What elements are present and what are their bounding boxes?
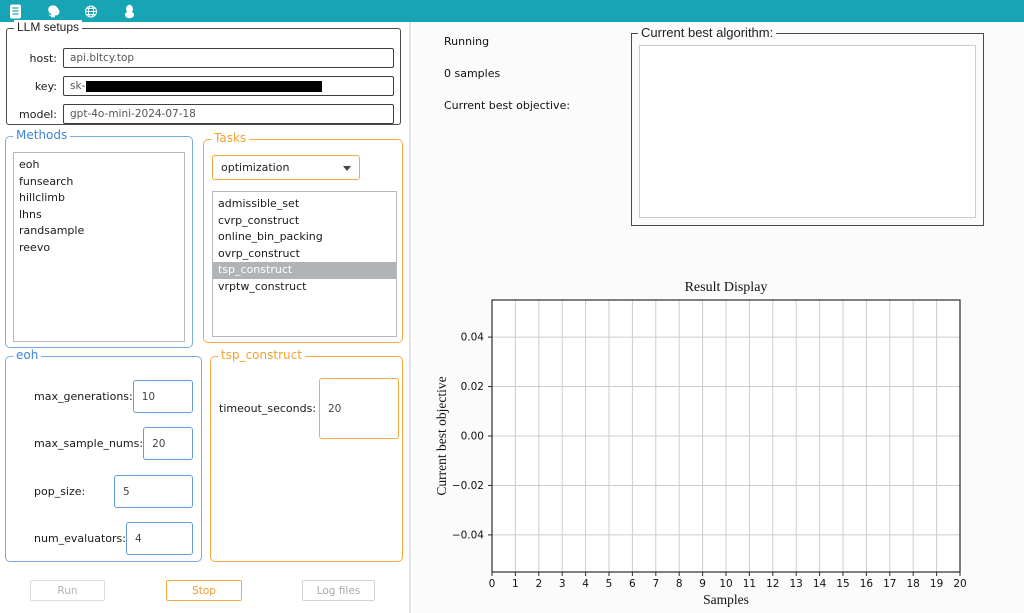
key-row: key: sk- <box>11 76 394 96</box>
num-evaluators-input[interactable]: 4 <box>125 522 193 555</box>
key-input[interactable]: sk- <box>63 76 394 96</box>
svg-text:10: 10 <box>719 578 732 590</box>
svg-text:11: 11 <box>743 578 756 590</box>
svg-text:8: 8 <box>676 578 683 590</box>
svg-text:0: 0 <box>489 578 496 590</box>
key-value: sk- <box>70 80 86 92</box>
methods-title: Methods <box>13 128 71 142</box>
svg-text:9: 9 <box>699 578 706 590</box>
docs-icon[interactable] <box>8 4 22 19</box>
svg-text:0.02: 0.02 <box>461 381 484 393</box>
tasks-frame: Tasks optimization admissible_set cvrp_c… <box>203 131 403 343</box>
result-display-chart: 0 1 2 3 4 5 6 7 8 9 10 11 12 13 14 15 16 17 18 19 200.040.02… <box>434 280 967 607</box>
max-sample-nums-row: max_sample_nums: 20 <box>34 427 193 460</box>
host-input[interactable]: api.bltcy.top <box>63 48 394 68</box>
pop-size-label: pop_size: <box>34 485 86 498</box>
model-row: model: gpt-4o-mini-2024-07-18 <box>11 104 394 124</box>
redaction-bar <box>86 80 323 92</box>
current-best-algorithm-frame: Current best algorithm: <box>631 25 984 226</box>
method-item-hillclimb[interactable]: hillclimb <box>14 190 184 207</box>
svg-text:12: 12 <box>766 578 779 590</box>
llm-setups-frame: LLM setups host: api.bltcy.top key: sk- … <box>6 20 401 125</box>
svg-text:16: 16 <box>860 578 874 590</box>
samples-count-label: 0 samples <box>444 67 501 80</box>
max-sample-nums-input[interactable]: 20 <box>143 427 193 460</box>
method-item-reevo[interactable]: reevo <box>14 240 184 257</box>
stop-button[interactable]: Stop <box>166 580 242 601</box>
svg-text:13: 13 <box>790 578 803 590</box>
run-button[interactable]: Run <box>30 580 105 601</box>
method-item-randsample[interactable]: randsample <box>14 223 184 240</box>
eoh-params-title: eoh <box>13 348 42 362</box>
timeout-seconds-label: timeout_seconds: <box>219 402 317 415</box>
svg-text:4: 4 <box>582 578 589 590</box>
svg-text:19: 19 <box>930 578 943 590</box>
task-item-admissible-set[interactable]: admissible_set <box>213 196 396 213</box>
tasks-listbox: admissible_set cvrp_construct online_bin… <box>212 191 397 337</box>
task-params-title: tsp_construct <box>218 348 305 362</box>
timeout-seconds-row: timeout_seconds: 20 <box>219 378 399 439</box>
methods-listbox: eoh funsearch hillclimb lhns randsample … <box>13 152 185 342</box>
methods-frame: Methods eoh funsearch hillclimb lhns ran… <box>5 128 193 348</box>
eoh-params-frame: eoh max_generations: 10 max_sample_nums:… <box>5 348 202 562</box>
task-item-tsp-construct[interactable]: tsp_construct <box>213 262 396 279</box>
task-type-value: optimization <box>221 161 290 174</box>
task-item-vrptw-construct[interactable]: vrptw_construct <box>213 279 396 296</box>
host-label: host: <box>29 51 57 65</box>
task-params-frame: tsp_construct timeout_seconds: 20 <box>210 348 403 562</box>
llm-setups-title: LLM setups <box>14 20 83 34</box>
website-icon[interactable] <box>84 4 98 19</box>
current-best-algorithm-title: Current best algorithm: <box>638 25 777 40</box>
svg-text:Result Display: Result Display <box>685 280 768 295</box>
svg-text:Samples: Samples <box>703 592 749 607</box>
max-generations-input[interactable]: 10 <box>132 380 193 413</box>
svg-text:18: 18 <box>907 578 920 590</box>
num-evaluators-label: num_evaluators: <box>34 532 126 545</box>
task-item-online-bin-packing[interactable]: online_bin_packing <box>213 229 396 246</box>
current-best-algorithm-textarea[interactable] <box>639 45 976 218</box>
max-generations-row: max_generations: 10 <box>34 380 193 413</box>
method-item-eoh[interactable]: eoh <box>14 157 184 174</box>
method-item-funsearch[interactable]: funsearch <box>14 174 184 191</box>
svg-text:−0.04: −0.04 <box>452 529 484 541</box>
log-files-button[interactable]: Log files <box>302 580 375 601</box>
results-panel: Running 0 samples Current best objective… <box>413 22 1024 613</box>
tasks-title: Tasks <box>211 131 250 145</box>
model-label: model: <box>19 107 57 121</box>
task-item-ovrp-construct[interactable]: ovrp_construct <box>213 246 396 263</box>
current-best-objective-label: Current best objective: <box>444 99 571 112</box>
host-row: host: api.bltcy.top <box>11 48 394 68</box>
svg-text:3: 3 <box>559 578 566 590</box>
top-toolbar <box>0 0 1024 22</box>
svg-text:14: 14 <box>813 578 827 590</box>
svg-text:6: 6 <box>629 578 636 590</box>
task-item-cvrp-construct[interactable]: cvrp_construct <box>213 213 396 230</box>
max-generations-label: max_generations: <box>34 390 133 403</box>
svg-text:20: 20 <box>953 578 966 590</box>
key-label: key: <box>34 79 57 93</box>
pop-size-row: pop_size: 5 <box>34 475 193 508</box>
num-evaluators-row: num_evaluators: 4 <box>34 522 193 555</box>
svg-text:0.04: 0.04 <box>461 332 485 344</box>
svg-text:−0.02: −0.02 <box>452 480 484 492</box>
svg-text:2: 2 <box>535 578 542 590</box>
method-item-lhns[interactable]: lhns <box>14 207 184 224</box>
pop-size-input[interactable]: 5 <box>114 475 193 508</box>
svg-text:7: 7 <box>652 578 659 590</box>
github-icon[interactable] <box>46 4 60 19</box>
svg-text:5: 5 <box>606 578 613 590</box>
config-panel: LLM setups host: api.bltcy.top key: sk- … <box>0 20 411 613</box>
max-sample-nums-label: max_sample_nums: <box>34 437 144 450</box>
chevron-down-icon <box>343 165 351 171</box>
qq-icon[interactable] <box>122 4 136 19</box>
svg-text:0.00: 0.00 <box>461 431 484 443</box>
run-state-label: Running <box>444 35 490 48</box>
model-input[interactable]: gpt-4o-mini-2024-07-18 <box>63 104 394 124</box>
svg-text:15: 15 <box>836 578 849 590</box>
svg-text:1: 1 <box>512 578 519 590</box>
timeout-seconds-input[interactable]: 20 <box>319 378 399 439</box>
svg-text:17: 17 <box>883 578 896 590</box>
task-type-dropdown[interactable]: optimization <box>212 155 360 180</box>
svg-text:Current best objective: Current best objective <box>434 376 449 495</box>
